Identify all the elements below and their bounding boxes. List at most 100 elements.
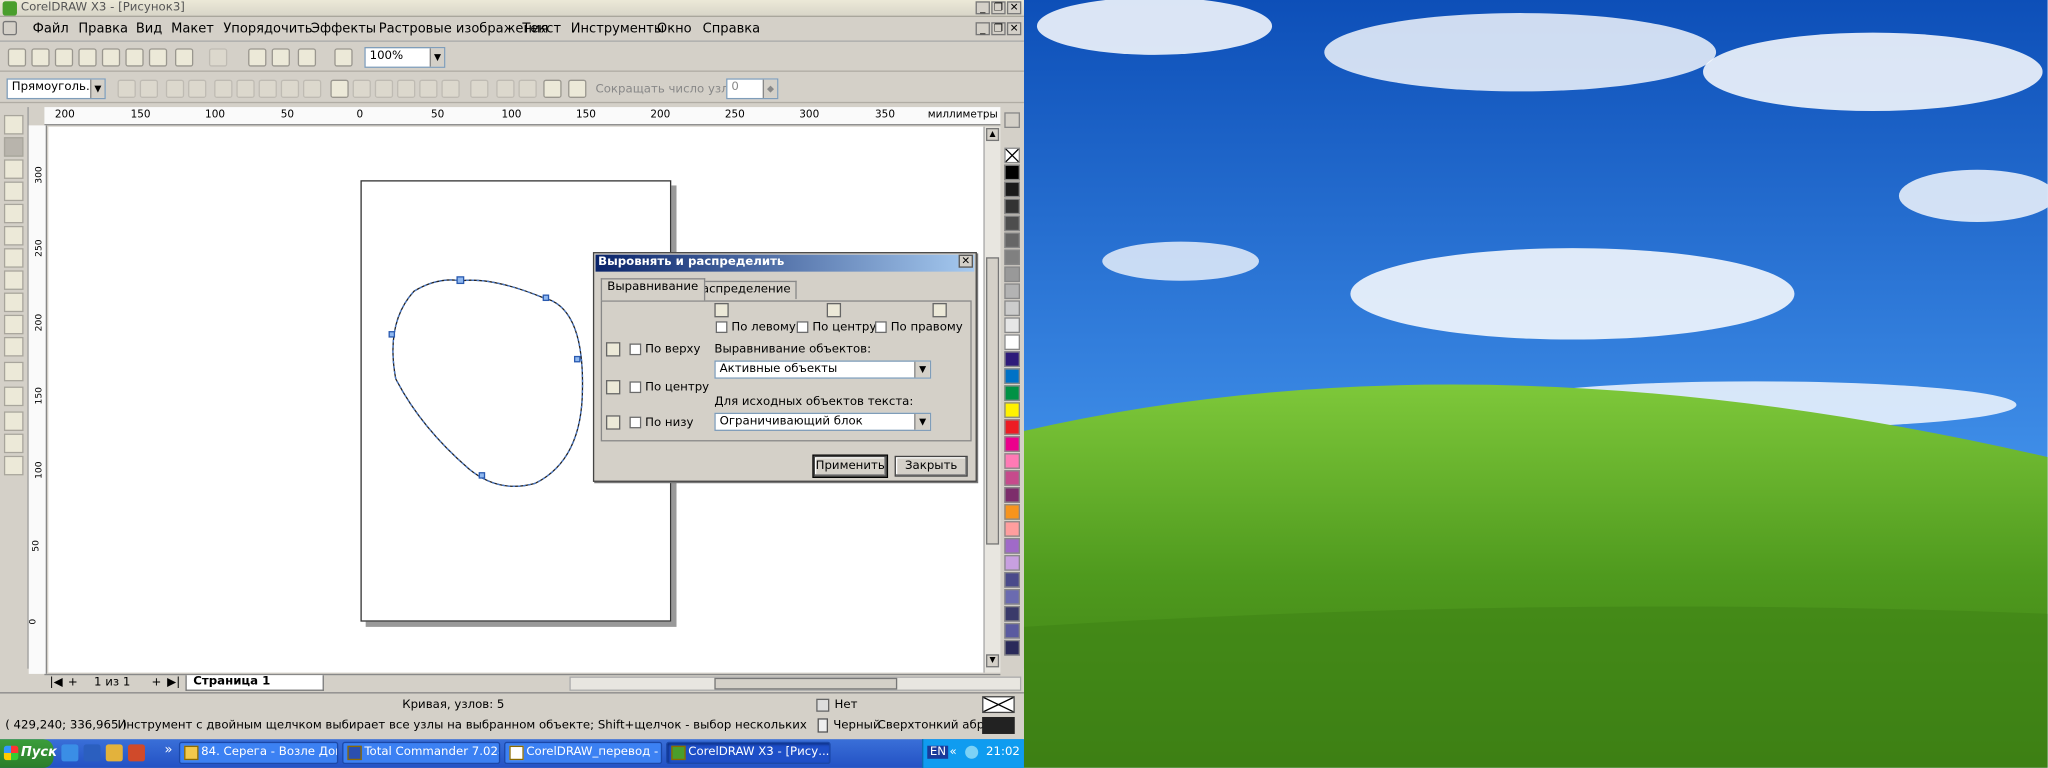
vertical-ruler[interactable]: 300 250 200 150 100 50 0 bbox=[28, 125, 48, 674]
join-nodes-icon[interactable] bbox=[165, 79, 185, 98]
color-swatch[interactable] bbox=[1004, 198, 1020, 215]
align-top-checkbox[interactable] bbox=[629, 343, 642, 356]
symmetric-node-icon[interactable] bbox=[302, 79, 322, 98]
corel-online-icon[interactable] bbox=[334, 48, 353, 67]
menu-help[interactable]: Справка bbox=[703, 22, 761, 36]
select-all-nodes-icon[interactable] bbox=[496, 79, 515, 98]
doc-close-button[interactable]: ✕ bbox=[1006, 22, 1022, 36]
outline-tool-icon[interactable] bbox=[3, 411, 24, 431]
align-objects-select[interactable]: Активные объекты ▼ bbox=[714, 360, 932, 379]
extend-curve-icon[interactable] bbox=[352, 79, 371, 98]
break-curve-icon[interactable] bbox=[188, 79, 207, 98]
menu-file[interactable]: Файл bbox=[33, 22, 69, 36]
color-swatch[interactable] bbox=[1004, 504, 1020, 520]
language-indicator[interactable]: EN bbox=[927, 745, 949, 759]
extract-subpath-icon[interactable] bbox=[374, 79, 394, 98]
shape-select[interactable]: Прямоуголь... ▼ bbox=[6, 78, 106, 100]
menu-text[interactable]: Текст bbox=[522, 22, 561, 36]
scroll-up-arrow-icon[interactable]: ▲ bbox=[986, 127, 1000, 142]
new-icon[interactable] bbox=[7, 48, 27, 67]
align-left-checkbox[interactable] bbox=[715, 321, 728, 334]
task-coreldraw[interactable]: CorelDRAW X3 - [Рису... bbox=[666, 741, 831, 765]
undo-icon[interactable] bbox=[175, 48, 194, 67]
export-icon[interactable] bbox=[271, 48, 290, 67]
color-swatch[interactable] bbox=[1004, 589, 1020, 605]
menu-layout[interactable]: Макет bbox=[171, 22, 214, 36]
basic-shapes-tool-icon[interactable] bbox=[3, 314, 24, 335]
pick-tool-icon[interactable] bbox=[3, 114, 24, 135]
start-button[interactable]: Пуск bbox=[0, 739, 57, 768]
last-page-icon[interactable]: ▶| bbox=[167, 677, 180, 690]
minimize-button[interactable]: _ bbox=[975, 1, 990, 15]
crop-tool-icon[interactable] bbox=[3, 159, 24, 179]
auto-close-icon[interactable] bbox=[543, 79, 562, 98]
first-page-icon[interactable]: |◀ bbox=[50, 677, 63, 690]
color-swatch[interactable] bbox=[1004, 368, 1020, 384]
copy-icon[interactable] bbox=[125, 48, 144, 67]
color-swatch[interactable] bbox=[1004, 232, 1020, 249]
open-icon[interactable] bbox=[31, 48, 50, 67]
doc-minimize-button[interactable]: _ bbox=[975, 22, 990, 36]
import-icon[interactable] bbox=[248, 48, 267, 67]
menu-edit[interactable]: Правка bbox=[78, 22, 128, 36]
horizontal-scrollbar[interactable] bbox=[569, 676, 1022, 691]
stretch-nodes-icon[interactable] bbox=[397, 79, 416, 98]
curve-node[interactable] bbox=[542, 294, 550, 302]
print-icon[interactable] bbox=[78, 48, 97, 67]
menu-window[interactable]: Окно bbox=[657, 22, 692, 36]
color-swatch[interactable] bbox=[1004, 334, 1020, 351]
curve-node[interactable] bbox=[388, 331, 396, 338]
menu-tools[interactable]: Инструменты bbox=[571, 22, 664, 36]
freehand-tool-icon[interactable] bbox=[3, 203, 24, 224]
color-swatch[interactable] bbox=[1004, 555, 1020, 571]
close-dialog-button[interactable]: Закрыть bbox=[894, 455, 968, 477]
fill-tool-icon[interactable] bbox=[3, 433, 24, 454]
cut-icon[interactable] bbox=[101, 48, 121, 67]
doc-restore-button[interactable]: ❐ bbox=[991, 22, 1006, 36]
paste-icon[interactable] bbox=[148, 48, 168, 67]
elastic-mode-icon[interactable] bbox=[470, 79, 489, 98]
align-v-center-checkbox[interactable] bbox=[629, 381, 642, 394]
rectangle-tool-icon[interactable] bbox=[3, 248, 24, 268]
color-swatch[interactable] bbox=[1004, 181, 1020, 198]
smart-fill-tool-icon[interactable] bbox=[3, 225, 24, 246]
player-icon[interactable] bbox=[127, 744, 145, 762]
folder-icon[interactable] bbox=[105, 744, 123, 762]
save-icon[interactable] bbox=[54, 48, 74, 67]
to-line-icon[interactable] bbox=[214, 79, 233, 98]
color-swatch[interactable] bbox=[1004, 605, 1020, 622]
text-source-select[interactable]: Ограничивающий блок ▼ bbox=[714, 412, 932, 431]
restore-button[interactable]: ❐ bbox=[991, 1, 1006, 15]
curve-node[interactable] bbox=[456, 276, 465, 285]
color-swatch[interactable] bbox=[1004, 538, 1020, 554]
ie-icon[interactable] bbox=[61, 744, 79, 762]
shape-tool-icon[interactable] bbox=[3, 137, 24, 157]
color-swatch[interactable] bbox=[1004, 249, 1020, 266]
color-swatch[interactable] bbox=[1004, 351, 1020, 367]
color-swatch[interactable] bbox=[1004, 487, 1020, 503]
apply-button[interactable]: Применить bbox=[812, 454, 889, 478]
cusp-node-icon[interactable] bbox=[258, 79, 277, 98]
scroll-down-arrow-icon[interactable]: ▼ bbox=[986, 654, 1000, 668]
no-color-swatch-icon[interactable] bbox=[1004, 147, 1020, 164]
document-icon[interactable] bbox=[2, 20, 17, 36]
close-button[interactable]: ✕ bbox=[1006, 1, 1022, 15]
to-curve-icon[interactable] bbox=[236, 79, 255, 98]
interactive-blend-tool-icon[interactable] bbox=[3, 361, 24, 382]
delete-node-icon[interactable] bbox=[139, 79, 159, 98]
color-swatch[interactable] bbox=[1004, 317, 1020, 334]
color-swatch[interactable] bbox=[1004, 639, 1020, 656]
task-total-commander[interactable]: Total Commander 7.02a ... bbox=[342, 741, 501, 765]
palette-scroll-up-icon[interactable] bbox=[1004, 112, 1020, 128]
color-swatch[interactable] bbox=[1004, 419, 1020, 435]
zoom-select[interactable]: 100% ▼ bbox=[364, 47, 446, 68]
color-swatch[interactable] bbox=[1004, 266, 1020, 283]
text-tool-icon[interactable] bbox=[3, 336, 24, 357]
color-swatch[interactable] bbox=[1004, 470, 1020, 486]
ellipse-tool-icon[interactable] bbox=[3, 270, 24, 290]
page-tab[interactable]: Страница 1 bbox=[185, 675, 324, 691]
menu-effects[interactable]: Эффекты bbox=[311, 22, 376, 36]
horizontal-scroll-thumb[interactable] bbox=[714, 677, 898, 690]
eyedropper-tool-icon[interactable] bbox=[3, 386, 24, 407]
tab-align[interactable]: Выравнивание bbox=[600, 278, 705, 301]
